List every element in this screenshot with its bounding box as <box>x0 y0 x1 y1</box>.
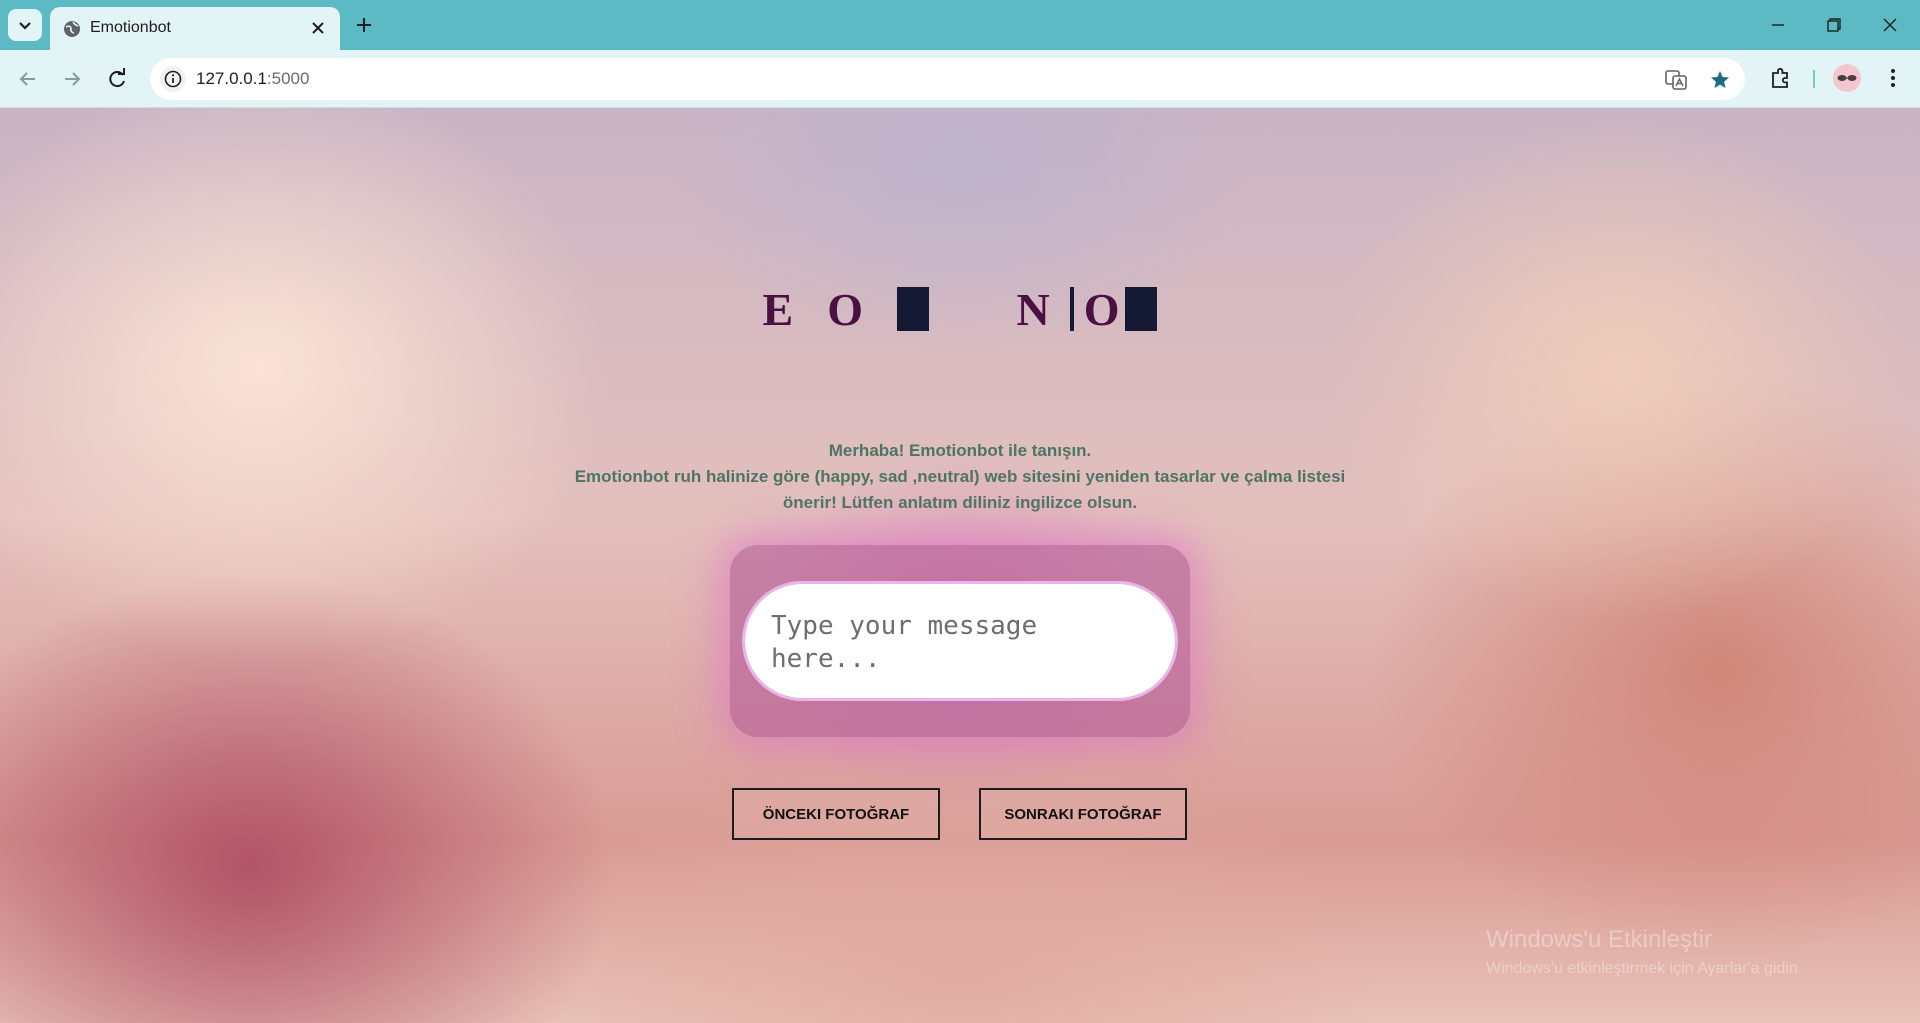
star-icon[interactable] <box>1708 68 1732 92</box>
tab-search-button[interactable] <box>8 9 42 41</box>
intro-line-1: Merhaba! Emotionbot ile tanışın. <box>828 441 1092 460</box>
logo-cursor-block <box>1125 287 1158 331</box>
reload-icon[interactable] <box>103 65 131 93</box>
logo-letter-n: N <box>1016 284 1056 335</box>
chevron-down-icon <box>19 22 31 30</box>
globe-icon <box>64 21 80 37</box>
plus-icon[interactable] <box>352 13 376 37</box>
translate-icon[interactable] <box>1664 68 1688 92</box>
page-content: EO NO Merhaba! Emotionbot ile tanışın. E… <box>0 108 1920 1023</box>
toolbar-divider <box>1813 70 1815 88</box>
site-info-button[interactable] <box>160 66 186 92</box>
avatar-icon <box>1834 65 1860 91</box>
arrow-left-icon[interactable] <box>14 65 42 93</box>
emotionbot-logo: EO NO <box>0 283 1920 336</box>
puzzle-icon[interactable] <box>1768 65 1794 91</box>
watermark-title: Windows'u Etkinleştir <box>1486 926 1712 953</box>
intro-text: Merhaba! Emotionbot ile tanışın. Emotion… <box>560 438 1360 516</box>
profile-avatar[interactable] <box>1833 64 1861 92</box>
previous-photo-button[interactable]: ÖNCEKI FOTOĞRAF <box>732 788 940 840</box>
arrow-right-icon[interactable] <box>58 65 86 93</box>
info-icon <box>164 70 182 88</box>
minimize-icon[interactable] <box>1765 12 1791 38</box>
intro-line-2: Emotionbot ruh halinize göre (happy, sad… <box>574 467 1346 512</box>
logo-block <box>896 287 929 331</box>
browser-tab-bar: Emotionbot <box>0 0 1920 50</box>
url-host: 127.0.0.1 <box>196 69 267 88</box>
close-icon[interactable] <box>308 18 328 38</box>
chat-container <box>730 545 1190 737</box>
active-tab[interactable]: Emotionbot <box>50 7 340 50</box>
tab-title: Emotionbot <box>90 19 171 36</box>
url-text: 127.0.0.1:5000 <box>196 69 309 89</box>
message-input[interactable] <box>742 581 1178 701</box>
kebab-menu-icon[interactable] <box>1880 65 1906 91</box>
address-bar[interactable]: 127.0.0.1:5000 <box>150 58 1745 100</box>
logo-letter-o2: O <box>1083 284 1126 335</box>
restore-icon[interactable] <box>1821 12 1847 38</box>
window-close-icon[interactable] <box>1877 12 1903 38</box>
url-port: :5000 <box>266 69 310 88</box>
next-photo-button[interactable]: SONRAKI FOTOĞRAF <box>979 788 1187 840</box>
logo-letter-e: E <box>762 284 828 335</box>
logo-letter-o: O <box>827 284 897 335</box>
watermark-subtitle: Windows'u etkinleştirmek için Ayarlar'a … <box>1486 960 1803 977</box>
browser-toolbar: 127.0.0.1:5000 <box>0 50 1920 108</box>
windows-activation-watermark: Windows'u Etkinleştir Windows'u etkinleş… <box>1486 926 1802 978</box>
logo-cursor-bar <box>1069 287 1074 331</box>
